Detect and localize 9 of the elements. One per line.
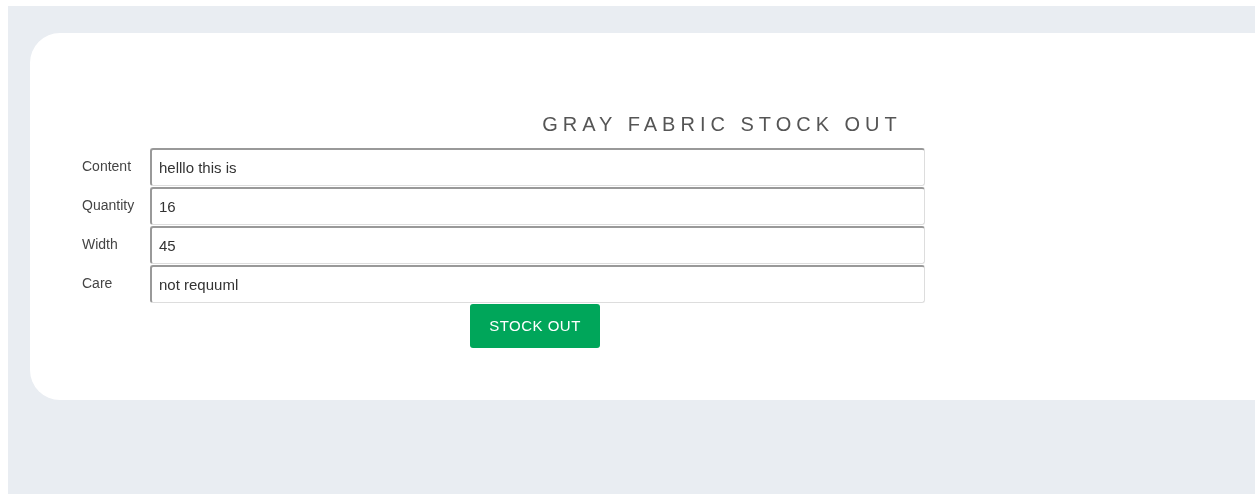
field-label: Care xyxy=(82,274,114,293)
input-field[interactable]: not requuml xyxy=(150,264,925,303)
field-label: Width xyxy=(82,235,119,254)
form-title: GRAY FABRIC STOCK OUT xyxy=(541,112,903,137)
input-field[interactable]: 45 xyxy=(150,225,925,264)
field-label: Quantity xyxy=(82,196,136,215)
field-label: Content xyxy=(82,157,133,176)
input-field[interactable]: 16 xyxy=(150,186,925,225)
input-field[interactable]: helllo this is xyxy=(150,147,925,186)
